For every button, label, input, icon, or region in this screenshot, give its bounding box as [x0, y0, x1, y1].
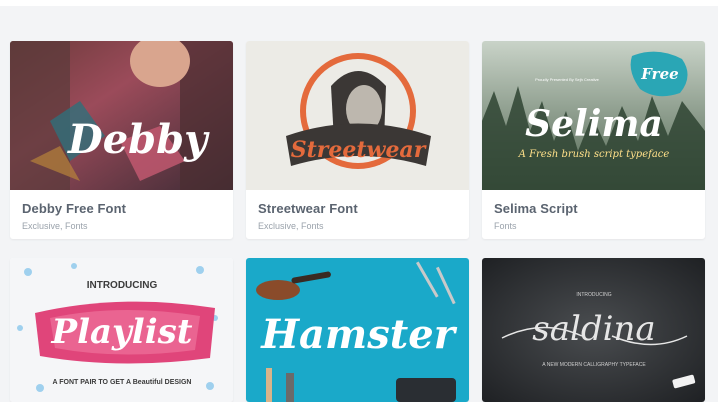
card-meta[interactable]: Fonts	[494, 221, 517, 231]
card-tagline: A Fresh brush script typeface	[518, 149, 670, 160]
top-bar	[0, 0, 718, 6]
card-art-intro: INTRODUCING	[87, 280, 158, 291]
card-thumbnail[interactable]: Debby	[10, 41, 233, 190]
card-art-text: Selima	[525, 103, 663, 145]
card-art-text: Playlist	[51, 312, 193, 352]
card-art-text: Streetwear	[291, 137, 427, 163]
card-tagline: A FONT PAIR TO GET A Beautiful DESIGN	[53, 379, 192, 386]
card-hamster[interactable]: Hamster	[246, 258, 469, 402]
card-credit: Proudly Presented By Sejh Creative	[535, 77, 600, 82]
card-thumbnail[interactable]: INTRODUCING saldina A NEW MODERN CALLIGR…	[482, 258, 705, 402]
card-meta[interactable]: Exclusive, Fonts	[258, 221, 324, 231]
card-meta[interactable]: Exclusive, Fonts	[22, 221, 88, 231]
card-debby[interactable]: Debby Debby Free Font Exclusive, Fonts	[10, 41, 233, 239]
card-saldina[interactable]: INTRODUCING saldina A NEW MODERN CALLIGR…	[482, 258, 705, 402]
card-art-text: saldina	[532, 309, 655, 349]
card-thumbnail[interactable]: Hamster	[246, 258, 469, 402]
card-title[interactable]: Debby Free Font	[22, 201, 126, 216]
card-thumbnail[interactable]: Streetwear	[246, 41, 469, 190]
card-art-text: Debby	[67, 116, 210, 163]
card-art-intro: INTRODUCING	[576, 292, 611, 298]
card-thumbnail[interactable]: Free Proudly Presented By Sejh Creative …	[482, 41, 705, 190]
card-art-text: Hamster	[260, 311, 457, 358]
card-playlist[interactable]: INTRODUCING Playlist A FONT PAIR TO GET …	[10, 258, 233, 402]
card-selima[interactable]: Free Proudly Presented By Sejh Creative …	[482, 41, 705, 239]
card-badge: Free	[640, 65, 678, 83]
card-tagline: A NEW MODERN CALLIGRAPHY TYPEFACE	[542, 362, 646, 368]
card-streetwear[interactable]: Streetwear Streetwear Font Exclusive, Fo…	[246, 41, 469, 239]
card-title[interactable]: Selima Script	[494, 201, 578, 216]
card-title[interactable]: Streetwear Font	[258, 201, 358, 216]
card-thumbnail[interactable]: INTRODUCING Playlist A FONT PAIR TO GET …	[10, 258, 233, 402]
